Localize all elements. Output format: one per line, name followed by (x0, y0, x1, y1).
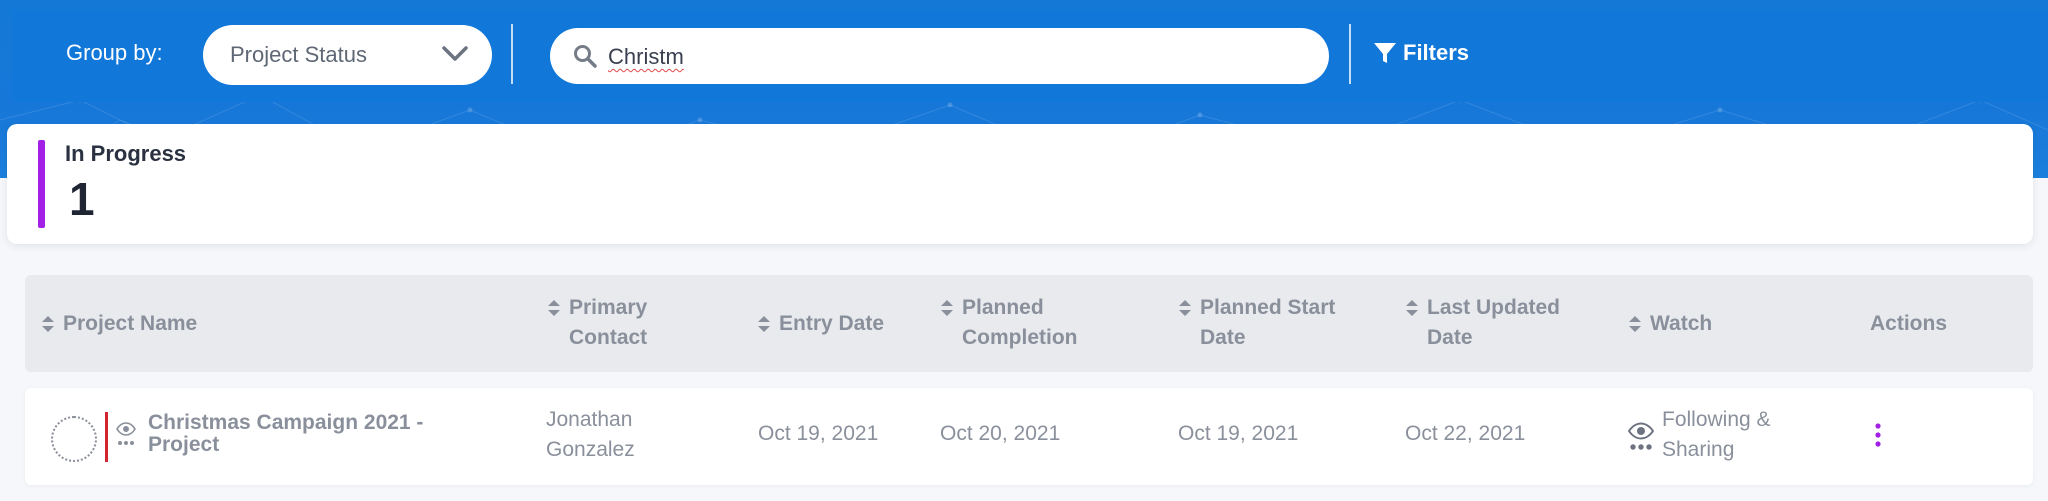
sort-icon (1629, 316, 1641, 332)
group-by-select[interactable]: Project Status (203, 25, 492, 85)
status-label: In Progress (65, 141, 187, 166)
search-input[interactable]: Christm (550, 28, 1329, 84)
column-header-project-name[interactable]: Project Name (41, 309, 197, 339)
primary-contact-cell: Jonathan Gonzalez (546, 408, 635, 461)
sort-icon (42, 316, 54, 332)
watch-status[interactable]: Following & Sharing (1662, 405, 1812, 465)
status-color-bar (38, 140, 45, 228)
filters-label: Filters (1403, 40, 1470, 65)
column-header-actions: Actions (1870, 312, 1948, 335)
sort-icon (758, 316, 770, 332)
project-status-indicator (105, 412, 108, 462)
project-name-link[interactable]: Christmas Campaign 2021 - Project (148, 412, 468, 456)
search-icon (574, 45, 597, 68)
column-header-planned-start-date[interactable]: Planned Start Date (1178, 293, 1335, 353)
column-header-watch[interactable]: Watch (1628, 309, 1712, 339)
group-by-value: Project Status (230, 42, 367, 67)
group-by-label: Group by: (66, 40, 163, 65)
entry-date-cell: Oct 19, 2021 (758, 422, 879, 445)
status-count: 1 (69, 173, 95, 225)
filter-icon (1374, 43, 1396, 63)
table-row[interactable]: Christmas Campaign 2021 - Project Jonath… (25, 388, 2033, 485)
last-updated-date-cell: Oct 22, 2021 (1405, 422, 1526, 445)
column-header-entry-date[interactable]: Entry Date (757, 309, 884, 339)
eye-icon (1628, 422, 1654, 440)
table-header: Project Name Primary Contact Entry Date P… (25, 275, 2033, 372)
search-value: Christm (608, 44, 684, 69)
more-vertical-icon[interactable] (1873, 422, 1883, 448)
sort-icon (1406, 300, 1418, 316)
sort-icon (548, 300, 560, 316)
project-avatar-placeholder (51, 416, 97, 462)
eye-icon (116, 422, 136, 436)
planned-completion-cell: Oct 20, 2021 (940, 422, 1061, 445)
chevron-down-icon (442, 46, 468, 61)
sort-icon (1179, 300, 1191, 316)
toolbar-divider (511, 24, 513, 84)
filters-button[interactable]: Filters (1373, 40, 1469, 66)
toolbar-divider (1349, 24, 1351, 84)
column-header-last-updated-date[interactable]: Last Updated Date (1405, 293, 1560, 353)
share-dots-icon (1630, 444, 1652, 450)
column-header-primary-contact[interactable]: Primary Contact (547, 293, 647, 353)
sort-icon (941, 300, 953, 316)
more-horizontal-icon (118, 441, 134, 445)
status-summary-card[interactable]: In Progress 1 (7, 124, 2033, 244)
planned-start-date-cell: Oct 19, 2021 (1178, 422, 1299, 445)
column-header-planned-completion[interactable]: Planned Completion (940, 293, 1078, 353)
